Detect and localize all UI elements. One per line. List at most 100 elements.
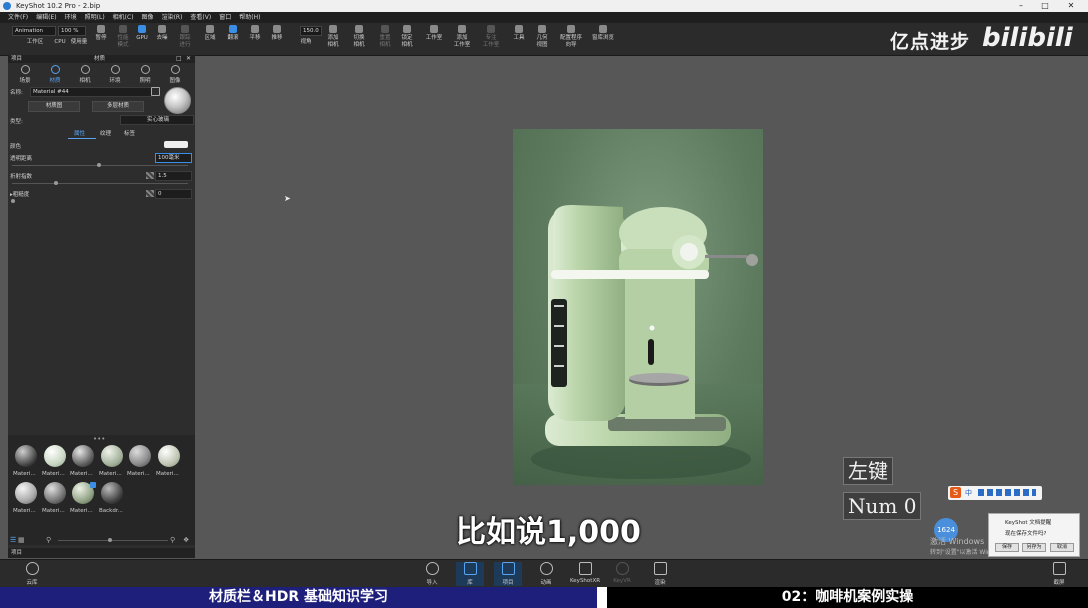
library-swatch[interactable] <box>101 445 123 467</box>
library-swatch[interactable] <box>15 482 37 504</box>
material-browser-button[interactable]: 窗库浏览 <box>588 25 618 53</box>
minimize-button[interactable]: – <box>1010 0 1032 12</box>
studio-manager-button[interactable]: 专注 工作室 <box>478 25 504 53</box>
add-camera-button[interactable]: 添加 相机 <box>322 25 344 53</box>
trackball-button[interactable]: 跟踪 进行 <box>174 25 196 53</box>
library-button[interactable]: 库 <box>456 562 484 586</box>
ior-slider-knob[interactable] <box>54 181 58 185</box>
configurator-wizard-button[interactable]: 配置程序 向导 <box>556 25 586 53</box>
library-swatch[interactable] <box>44 482 66 504</box>
menu-window[interactable]: 窗口 <box>219 14 231 21</box>
maximize-button[interactable]: □ <box>1034 0 1056 12</box>
thumbnail-size-slider[interactable] <box>58 540 168 541</box>
gpu-button[interactable]: GPU <box>134 25 150 53</box>
transparency-field[interactable]: 100毫米 <box>155 153 192 163</box>
list-view-icon[interactable]: ☰ <box>10 536 16 544</box>
dolly-button[interactable]: 推移 <box>267 25 287 53</box>
pan-button[interactable]: 平移 <box>245 25 265 53</box>
subtab-properties[interactable]: 属性 <box>74 129 85 137</box>
ior-texture-icon[interactable] <box>146 172 154 179</box>
tab-environment[interactable]: 环境 <box>100 64 130 84</box>
add-studio-button[interactable]: 添加 工作室 <box>450 25 474 53</box>
zoom-select[interactable]: 100 % <box>58 26 86 36</box>
render-button[interactable]: 渲染 <box>646 562 674 586</box>
menu-environment[interactable]: 环境 <box>65 14 77 21</box>
menu-camera[interactable]: 相机(C) <box>113 14 134 21</box>
tab-scene[interactable]: 场景 <box>10 64 40 84</box>
menu-view[interactable]: 查看(V) <box>190 14 211 21</box>
library-item-label: Materi... <box>42 471 65 477</box>
color-swatch[interactable] <box>164 141 188 148</box>
material-type-select[interactable]: 实心玻璃 <box>120 115 194 125</box>
menu-render[interactable]: 渲染(R) <box>162 14 183 21</box>
view-button[interactable]: 视角 <box>295 39 317 67</box>
material-graph-button[interactable]: 材质图 <box>28 101 80 112</box>
preset-select[interactable]: Animation <box>12 26 56 36</box>
project-button[interactable]: 项目 <box>494 562 522 586</box>
lock-camera-button[interactable]: 锁定 相机 <box>396 25 418 53</box>
denoise-button[interactable]: 去噪 <box>152 25 172 53</box>
material-name-field[interactable]: Material #44 <box>30 87 152 97</box>
subtab-labels[interactable]: 标签 <box>124 129 135 137</box>
switch-camera-button[interactable]: 切换 相机 <box>348 25 370 53</box>
transparency-slider-knob[interactable] <box>97 163 101 167</box>
library-swatch[interactable] <box>44 445 66 467</box>
ime-language-label[interactable]: 中 <box>965 488 972 498</box>
tools-button[interactable]: 工具 <box>510 25 528 53</box>
roughness-label[interactable]: ▸粗糙度 <box>10 190 29 198</box>
region-button[interactable]: 区域 <box>200 25 220 53</box>
thumbnail-size-knob[interactable] <box>108 538 112 542</box>
splitter-handle-icon[interactable]: ••• <box>93 435 105 443</box>
fov-field[interactable]: 150.0 <box>300 26 322 36</box>
animation-button[interactable]: 动画 <box>532 562 560 586</box>
library-label: 库 <box>467 580 473 586</box>
ior-slider[interactable] <box>12 183 188 184</box>
reset-camera-button[interactable]: 重置 相机 <box>374 25 396 53</box>
library-swatch[interactable] <box>15 445 37 467</box>
ime-toolbar[interactable]: S 中 <box>948 486 1042 500</box>
dialog-save-button[interactable]: 保存 <box>995 543 1019 552</box>
roughness-field[interactable]: 0 <box>155 189 192 199</box>
render-viewport[interactable] <box>513 129 763 485</box>
menu-file[interactable]: 文件(F) <box>8 14 28 21</box>
menu-edit[interactable]: 编辑(E) <box>36 14 56 21</box>
multi-material-button[interactable]: 多层材质 <box>92 101 144 112</box>
screenshot-button[interactable]: 截屏 <box>1045 562 1073 586</box>
dialog-save-as-button[interactable]: 另存为 <box>1022 543 1046 552</box>
keyvr-button[interactable]: KeyVR <box>608 562 636 584</box>
bottom-tab-project[interactable]: 项目 <box>11 550 22 556</box>
roughness-texture-icon[interactable] <box>146 190 154 197</box>
performance-mode-button[interactable]: 性能 模式 <box>113 25 133 53</box>
cloud-library-button[interactable]: 云库 <box>18 562 46 586</box>
ime-tools-icon[interactable] <box>978 489 1036 496</box>
subtab-textures[interactable]: 纹理 <box>100 129 111 137</box>
tab-camera[interactable]: 相机 <box>70 64 100 84</box>
menu-image[interactable]: 图像 <box>142 14 154 21</box>
grid-view-icon[interactable]: ▦ <box>18 536 25 544</box>
zoom-icon[interactable]: ⚲ <box>170 536 175 544</box>
library-swatch[interactable] <box>72 445 94 467</box>
tab-image[interactable]: 图像 <box>160 64 190 84</box>
panel-close-icon[interactable]: ✕ <box>186 55 191 63</box>
pause-button[interactable]: 暂停 <box>92 25 110 53</box>
tab-material[interactable]: 材质 <box>40 64 70 84</box>
library-swatch[interactable] <box>158 445 180 467</box>
save-material-icon[interactable] <box>151 87 160 96</box>
keyshotxr-button[interactable]: KeyShotXR <box>568 562 602 584</box>
ior-field[interactable]: 1.5 <box>155 171 192 181</box>
roughness-slider-knob[interactable] <box>11 199 15 203</box>
tab-lighting[interactable]: 照明 <box>130 64 160 84</box>
studio-button[interactable]: 工作室 <box>422 25 446 53</box>
library-swatch[interactable] <box>101 482 123 504</box>
tumble-button[interactable]: 翻滚 <box>223 25 243 53</box>
import-button[interactable]: 导入 <box>418 562 446 586</box>
dialog-cancel-button[interactable]: 取消 <box>1050 543 1074 552</box>
close-button[interactable]: ✕ <box>1060 0 1082 12</box>
library-swatch[interactable] <box>129 445 151 467</box>
menu-help[interactable]: 帮助(H) <box>239 14 260 21</box>
menu-lighting[interactable]: 照明(L) <box>85 14 105 21</box>
geometry-view-button[interactable]: 几何 视图 <box>531 25 553 53</box>
search-icon[interactable]: ⚲ <box>46 536 51 544</box>
settings-icon[interactable]: ❖ <box>183 536 189 544</box>
panel-float-icon[interactable]: □ <box>176 55 182 63</box>
